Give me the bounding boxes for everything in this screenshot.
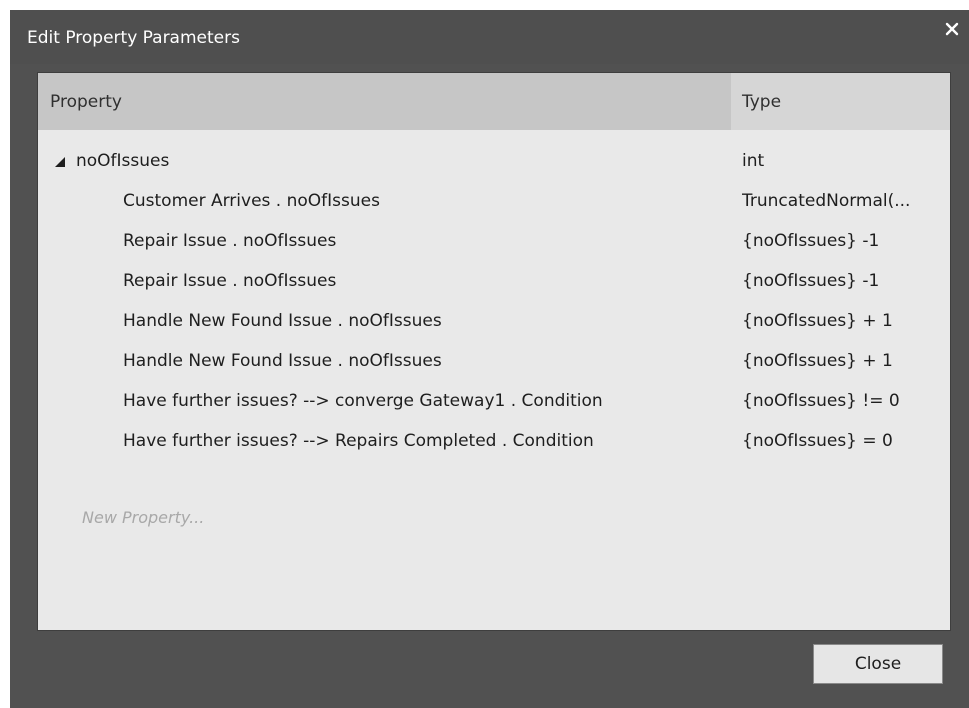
new-property-placeholder[interactable]: New Property... [82, 498, 204, 538]
close-button[interactable]: Close [813, 644, 943, 684]
parent-row-property: noOfIssues [76, 151, 170, 171]
row-type: {noOfIssues} != 0 [742, 391, 900, 411]
row-property: Handle New Found Issue . noOfIssues [123, 311, 442, 331]
row-type: {noOfIssues} -1 [742, 231, 880, 251]
dialog-title: Edit Property Parameters [27, 28, 240, 48]
close-icon[interactable] [941, 18, 963, 40]
row-type: {noOfIssues} = 0 [742, 431, 893, 451]
table-row[interactable]: Handle New Found Issue . noOfIssues {noO… [38, 301, 950, 341]
table-row[interactable]: Have further issues? --> Repairs Complet… [38, 421, 950, 461]
grid-header: Property Type [38, 73, 950, 130]
row-property: Have further issues? --> Repairs Complet… [123, 431, 594, 451]
table-row[interactable]: Repair Issue . noOfIssues {noOfIssues} -… [38, 221, 950, 261]
column-header-type[interactable]: Type [731, 73, 950, 130]
title-bar[interactable]: Edit Property Parameters [10, 10, 969, 64]
parent-row[interactable]: noOfIssues int [38, 141, 950, 181]
edit-property-parameters-dialog: Edit Property Parameters Property Type n… [10, 10, 969, 708]
table-row[interactable]: Repair Issue . noOfIssues {noOfIssues} -… [38, 261, 950, 301]
column-header-property[interactable]: Property [38, 73, 731, 130]
row-type: {noOfIssues} -1 [742, 271, 880, 291]
row-type: {noOfIssues} + 1 [742, 351, 893, 371]
row-property: Customer Arrives . noOfIssues [123, 191, 380, 211]
collapse-triangle-icon[interactable] [53, 154, 67, 168]
row-property: Handle New Found Issue . noOfIssues [123, 351, 442, 371]
property-grid: Property Type noOfIssues int Customer Ar… [37, 72, 951, 631]
row-property: Have further issues? --> converge Gatewa… [123, 391, 603, 411]
row-property: Repair Issue . noOfIssues [123, 271, 337, 291]
parent-row-type: int [742, 151, 765, 171]
row-type: {noOfIssues} + 1 [742, 311, 893, 331]
table-row[interactable]: Handle New Found Issue . noOfIssues {noO… [38, 341, 950, 381]
table-row[interactable]: Customer Arrives . noOfIssues TruncatedN… [38, 181, 950, 221]
row-property: Repair Issue . noOfIssues [123, 231, 337, 251]
row-type: TruncatedNormal(... [742, 191, 911, 211]
table-row[interactable]: Have further issues? --> converge Gatewa… [38, 381, 950, 421]
